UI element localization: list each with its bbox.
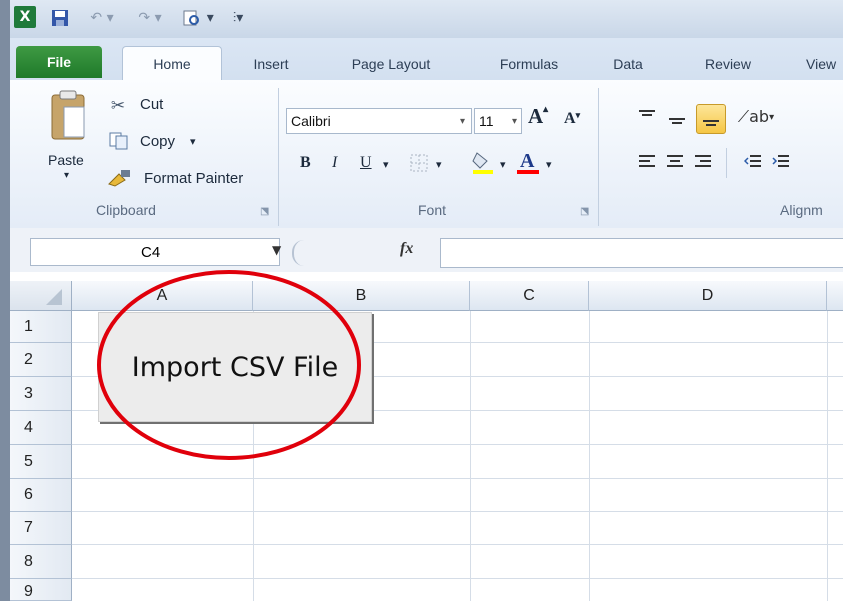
- italic-icon[interactable]: I: [332, 154, 337, 172]
- clipboard-group-label: Clipboard: [96, 202, 156, 218]
- font-group-label: Font: [418, 202, 447, 218]
- clipboard-launcher-icon[interactable]: ⬔: [260, 206, 269, 217]
- customize-toolbar-icon[interactable]: ⫶▾: [226, 6, 250, 30]
- increase-indent-icon[interactable]: [770, 150, 792, 172]
- tab-view[interactable]: View: [788, 50, 843, 78]
- gridline: [589, 311, 590, 601]
- annotation-circle: [97, 270, 361, 460]
- tab-formulas[interactable]: Formulas: [476, 50, 582, 78]
- fill-color-dropdown-icon[interactable]: ▾: [500, 158, 506, 171]
- grow-font-icon[interactable]: A▴: [528, 104, 548, 129]
- gridline: [72, 544, 843, 545]
- font-name-select[interactable]: Calibri ▾: [286, 108, 472, 134]
- gridline: [72, 511, 843, 512]
- chevron-down-icon: ▾: [459, 115, 465, 127]
- paste-icon[interactable]: [44, 88, 92, 146]
- ribbon-separator: [726, 148, 727, 178]
- copy-icon[interactable]: [108, 131, 130, 151]
- cut-icon[interactable]: ✂: [108, 96, 128, 116]
- gridline: [72, 578, 843, 579]
- font-size-value: 11: [479, 113, 494, 129]
- save-icon[interactable]: [48, 6, 72, 30]
- copy-dropdown-icon[interactable]: ▾: [190, 135, 196, 148]
- ribbon-separator: [278, 88, 279, 226]
- row-header-4[interactable]: 4: [10, 411, 72, 445]
- row-header-8[interactable]: 8: [10, 545, 72, 579]
- align-middle-icon[interactable]: [666, 110, 688, 132]
- underline-icon[interactable]: U: [360, 154, 372, 172]
- align-left-icon[interactable]: [636, 150, 658, 172]
- tab-data[interactable]: Data: [598, 50, 658, 78]
- fill-color-icon[interactable]: [470, 148, 496, 176]
- font-launcher-icon[interactable]: ⬔: [580, 206, 589, 217]
- chevron-down-icon: ▾: [511, 115, 517, 127]
- align-bottom-icon[interactable]: [696, 104, 726, 134]
- row-header-7[interactable]: 7: [10, 512, 72, 545]
- copy-button[interactable]: Copy: [140, 133, 175, 150]
- insert-function-icon[interactable]: fx: [400, 240, 413, 258]
- tab-page-layout[interactable]: Page Layout: [326, 50, 456, 78]
- cut-button[interactable]: Cut: [140, 96, 163, 113]
- tab-review[interactable]: Review: [688, 50, 768, 78]
- name-box-dropdown-icon[interactable]: ▼: [272, 243, 281, 257]
- format-painter-button[interactable]: Format Painter: [144, 170, 243, 187]
- tab-file[interactable]: File: [16, 46, 102, 78]
- excel-logo-icon: X: [14, 6, 36, 28]
- print-preview-icon[interactable]: ▾: [176, 6, 220, 30]
- gridline: [827, 311, 828, 601]
- row-header-3[interactable]: 3: [10, 377, 72, 411]
- column-header-d[interactable]: D: [589, 281, 827, 311]
- window-left-border: [0, 0, 10, 601]
- row-header-1[interactable]: 1: [10, 311, 72, 343]
- row-header-9[interactable]: 9: [10, 579, 72, 601]
- name-box-value: C4: [141, 243, 161, 261]
- borders-dropdown-icon[interactable]: ▾: [436, 158, 442, 171]
- font-color-icon[interactable]: A: [514, 146, 542, 176]
- align-center-icon[interactable]: [664, 150, 686, 172]
- shrink-font-icon[interactable]: A▾: [564, 110, 580, 128]
- gridline: [470, 311, 471, 601]
- paste-dropdown-icon[interactable]: ▾: [64, 170, 69, 181]
- align-right-icon[interactable]: [692, 150, 714, 172]
- tab-insert[interactable]: Insert: [236, 50, 306, 78]
- decrease-indent-icon[interactable]: [742, 150, 764, 172]
- format-painter-icon[interactable]: [106, 167, 134, 189]
- gridline: [72, 478, 843, 479]
- alignment-group-label: Alignm: [780, 202, 823, 218]
- font-color-dropdown-icon[interactable]: ▾: [546, 158, 552, 171]
- font-name-value: Calibri: [291, 113, 331, 129]
- paste-button[interactable]: Paste: [48, 152, 84, 168]
- font-size-select[interactable]: 11 ▾: [474, 108, 522, 134]
- column-header-c[interactable]: C: [470, 281, 589, 311]
- row-header-6[interactable]: 6: [10, 479, 72, 512]
- name-box[interactable]: C4: [30, 238, 280, 266]
- row-header-5[interactable]: 5: [10, 445, 72, 479]
- row-header-2[interactable]: 2: [10, 343, 72, 377]
- svg-text:A: A: [520, 150, 535, 172]
- underline-dropdown-icon[interactable]: ▾: [383, 158, 389, 171]
- formula-bar-splitter[interactable]: [292, 240, 324, 266]
- select-all-corner[interactable]: [10, 281, 72, 311]
- orientation-icon[interactable]: ⟋ab ▾: [738, 106, 774, 128]
- redo-icon[interactable]: ↷ ▾: [128, 6, 172, 30]
- column-header-e[interactable]: [827, 281, 843, 311]
- bold-icon[interactable]: B: [300, 154, 311, 172]
- borders-icon[interactable]: [408, 152, 430, 174]
- undo-icon[interactable]: ↶ ▾: [80, 6, 124, 30]
- align-top-icon[interactable]: [636, 106, 658, 128]
- ribbon-separator: [598, 88, 599, 226]
- tab-home[interactable]: Home: [122, 46, 222, 81]
- formula-input[interactable]: [440, 238, 843, 268]
